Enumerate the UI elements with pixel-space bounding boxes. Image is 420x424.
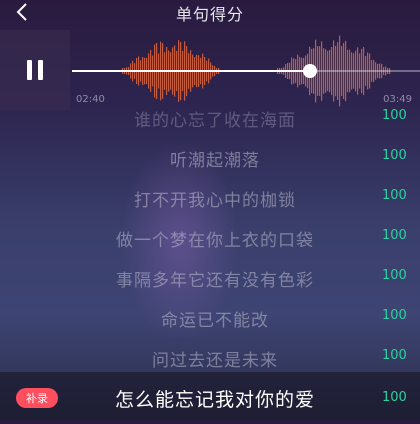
lyric-text: 事隔多年它还有没有色彩	[116, 271, 314, 291]
lyric-text: 怎么能忘记我对你的爱	[114, 389, 315, 411]
lyric-text: 问过去还是未来	[152, 351, 278, 371]
waveform	[122, 35, 391, 107]
chevron-left-icon	[16, 3, 27, 21]
lyric-score: 100	[382, 268, 407, 283]
lyric-score: 100	[382, 108, 407, 123]
progress-remaining[interactable]	[312, 70, 420, 72]
header: 单句得分	[0, 0, 420, 26]
lyric-text: 做一个梦在你上衣的口袋	[116, 231, 314, 251]
current-lyric-row[interactable]: 怎么能忘记我对你的爱 100	[0, 384, 420, 424]
progress-played[interactable]	[72, 70, 310, 72]
lyric-row[interactable]: 命运已不能改 100	[0, 304, 420, 344]
lyric-text: 听潮起潮落	[170, 151, 260, 171]
audio-player: 02:40 03:49	[0, 30, 420, 110]
lyric-score: 100	[382, 148, 407, 163]
page-title: 单句得分	[175, 5, 244, 24]
lyric-row[interactable]: 听潮起潮落 100	[0, 144, 420, 184]
lyric-row[interactable]: 做一个梦在你上衣的口袋 100	[0, 224, 420, 264]
lyric-text: 命运已不能改	[161, 311, 269, 331]
lyric-row[interactable]: 打不开我心中的枷锁 100	[0, 184, 420, 224]
lyric-score: 100	[382, 188, 407, 203]
lyric-score: 100	[382, 308, 407, 323]
pause-icon	[27, 60, 32, 80]
progress-knob[interactable]	[303, 64, 317, 78]
lyric-score: 100	[382, 348, 407, 363]
lyric-text: 谁的心忘了收在海面	[134, 111, 296, 131]
pause-icon-bar	[38, 60, 43, 80]
lyric-row[interactable]: 事隔多年它还有没有色彩 100	[0, 264, 420, 304]
lyric-row[interactable]: 谁的心忘了收在海面 100	[0, 104, 420, 144]
lyric-text: 打不开我心中的枷锁	[134, 191, 296, 211]
lyric-score: 100	[382, 390, 407, 405]
pause-button[interactable]	[0, 30, 70, 110]
lyric-score: 100	[382, 228, 407, 243]
back-button[interactable]	[12, 2, 32, 22]
